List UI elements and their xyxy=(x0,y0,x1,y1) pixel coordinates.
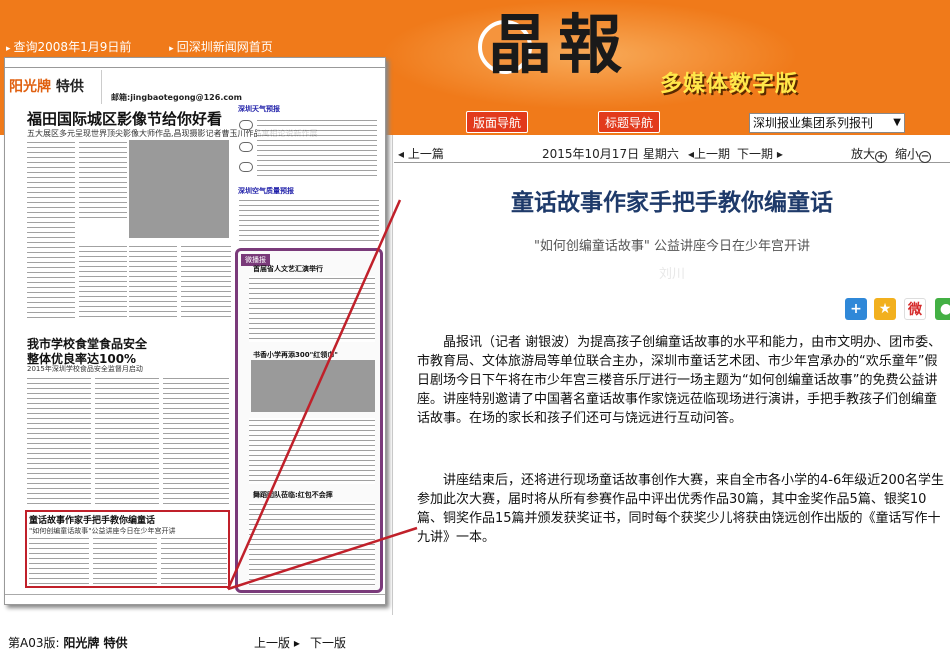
issue-date: 2015年10月17日 星期六 xyxy=(542,147,679,161)
minus-circle-icon: − xyxy=(919,151,932,163)
triangle-right-icon: ▸ xyxy=(293,636,300,650)
top-links: ▸ 查询2008年1月9日前 ▸ 回深圳新闻网首页 xyxy=(6,38,307,55)
article-author: 刘川 xyxy=(658,267,685,282)
np-email: 邮箱:jingbaotegong@126.com xyxy=(111,93,242,102)
cloud-icon xyxy=(239,162,253,172)
triangle-left-icon: ◂ xyxy=(398,147,405,161)
np-sidebox-headline-2[interactable]: 书香小学再添300"红领巾" xyxy=(253,350,338,360)
prev-issue-button[interactable]: ◂上一期 xyxy=(688,145,730,162)
plus-circle-icon: + xyxy=(875,151,888,163)
title-nav-button[interactable]: 标题导航 xyxy=(598,111,661,133)
query-archive-label: 查询2008年1月9日前 xyxy=(13,40,132,54)
article-paragraph: 晶报讯（记者 谢银波）为提高孩子创编童话故事的水平和能力，由市文明办、团市委、市… xyxy=(417,335,942,426)
sun-icon xyxy=(239,120,253,130)
np-text-block xyxy=(79,244,127,320)
zoom-in-label: 放大 xyxy=(851,147,876,161)
zoom-out-label: 缩小 xyxy=(895,147,920,161)
np-air-text xyxy=(239,198,379,242)
zoom-in-button[interactable]: 放大 + xyxy=(851,145,888,163)
page-footer-prefix: 第A03版: xyxy=(8,636,60,650)
weibo-icon[interactable]: 微 xyxy=(904,298,926,320)
np-text-block xyxy=(181,244,231,320)
np-headline-1[interactable]: 福田国际城区影像节给你好看 xyxy=(27,108,222,129)
np-text-block xyxy=(163,376,229,504)
np-photo xyxy=(129,140,229,238)
next-issue-button[interactable]: 下一期 ▸ xyxy=(737,145,783,162)
wechat-icon[interactable]: ● xyxy=(935,298,950,320)
np-air-quality-title: 深圳空气质量预报 xyxy=(238,187,294,195)
cloud-icon xyxy=(239,142,253,152)
edition-label: 多媒体数字版 xyxy=(660,72,799,97)
page-footer-label: 第A03版: 阳光牌 特供 xyxy=(8,634,128,651)
triangle-right-icon: ▸ xyxy=(169,44,174,54)
np-top-bar xyxy=(5,58,385,68)
np-text-block xyxy=(29,536,89,586)
triangle-right-icon: ▸ xyxy=(776,147,783,161)
np-text-block xyxy=(161,536,227,586)
share-plus-icon[interactable]: + xyxy=(845,298,867,320)
np-text-block xyxy=(27,376,91,504)
np-weather-text xyxy=(257,118,377,178)
np-highlight-sub: "如何创编童话故事"公益讲座今日在少年宫开讲 xyxy=(29,527,176,535)
next-page-button[interactable]: 下一版 xyxy=(310,634,346,651)
triangle-right-icon: ▸ xyxy=(6,44,11,54)
series-select[interactable]: 深圳报业集团系列报刊 ▼ xyxy=(749,113,905,133)
np-text-block xyxy=(249,276,375,342)
np-photo xyxy=(251,360,375,412)
chevron-down-icon: ▼ xyxy=(893,117,901,128)
np-text-block xyxy=(249,418,375,484)
np-text-block xyxy=(249,502,375,586)
np-brand: 阳光牌 特供 xyxy=(9,76,84,96)
home-link-label: 回深圳新闻网首页 xyxy=(176,40,273,54)
np-text-block xyxy=(129,244,177,320)
prev-page-label: 上一版 xyxy=(254,636,291,650)
article-paragraph: 讲座结束后，还将进行现场童话故事创作大赛，来自全市各小学的4-6年级近200名学… xyxy=(417,473,945,545)
np-sidebox-headline-3[interactable]: 舞蹈团队莅临:红包不会摔 xyxy=(253,490,333,500)
np-sidebox-headline-1[interactable]: 首届省人文艺汇演举行 xyxy=(253,264,323,274)
np-text-block xyxy=(93,536,157,586)
np-text-block xyxy=(95,376,159,504)
np-footer xyxy=(5,594,385,604)
np-text-block xyxy=(79,140,127,220)
prev-issue-label: 上一期 xyxy=(694,147,731,161)
next-issue-label: 下一期 xyxy=(737,147,774,161)
page-footer-section: 阳光牌 特供 xyxy=(63,636,128,650)
newspaper-page-thumbnail[interactable]: 阳光牌 特供 邮箱:jingbaotegong@126.com 福田国际城区影像… xyxy=(4,57,386,605)
np-headline-2-sub: 2015年深圳学校食品安全监督月启动 xyxy=(27,365,143,373)
article-toolbar: ◂ 上一篇 2015年10月17日 星期六 ◂上一期 下一期 ▸ 放大 + 缩小 − xyxy=(394,141,950,163)
np-text-block xyxy=(27,140,75,320)
np-brand-suffix: 特供 xyxy=(55,79,84,95)
prev-article-button[interactable]: ◂ 上一篇 xyxy=(398,145,444,162)
home-link[interactable]: ▸ 回深圳新闻网首页 xyxy=(169,40,273,54)
page-nav-button[interactable]: 版面导航 xyxy=(466,111,529,133)
article-subtitle: "如何创编童话故事" 公益讲座今日在少年宫开讲 xyxy=(533,239,811,254)
favorite-icon[interactable]: ★ xyxy=(874,298,896,320)
article-title: 童话故事作家手把手教你编童话 xyxy=(511,189,833,216)
series-select-value: 深圳报业集团系列报刊 xyxy=(753,116,874,130)
zoom-out-button[interactable]: 缩小 − xyxy=(895,145,932,163)
prev-article-label: 上一篇 xyxy=(407,147,444,161)
np-weather-title: 深圳天气预报 xyxy=(238,105,280,113)
np-highlight-title: 童话故事作家手把手教你编童话 xyxy=(29,516,156,526)
np-brand-name: 阳光牌 xyxy=(9,79,51,95)
next-page-label: 下一版 xyxy=(310,636,347,650)
prev-page-button[interactable]: 上一版 ▸ xyxy=(254,634,300,651)
query-archive-link[interactable]: ▸ 查询2008年1月9日前 xyxy=(6,40,131,54)
site-logo: 晶報 xyxy=(488,8,628,83)
